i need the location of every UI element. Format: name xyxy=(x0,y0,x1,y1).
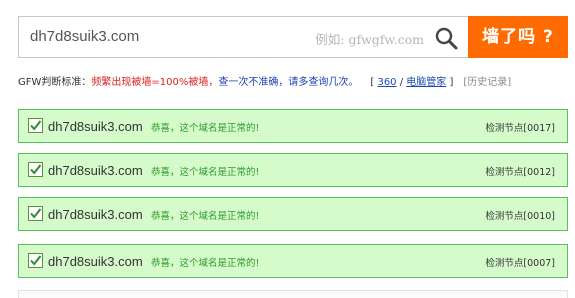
checkbox-checked-icon xyxy=(28,206,43,221)
result-node: 检测节点[0017] xyxy=(485,123,555,134)
result-row: dh7d8suik3.com 恭喜，这个域名是正常的! 检测节点[0007] xyxy=(18,244,568,278)
result-node: 检测节点[0012] xyxy=(485,167,555,178)
result-domain: dh7d8suik3.com xyxy=(48,207,143,222)
result-node: 检测节点[0007] xyxy=(485,258,555,269)
link-pc-manager[interactable]: 电脑管家 xyxy=(406,77,446,88)
result-domain: dh7d8suik3.com xyxy=(48,163,143,178)
criteria-rule-red: 频繁出现被墙=100%被墙， xyxy=(91,77,219,88)
result-domain: dh7d8suik3.com xyxy=(48,119,143,134)
criteria-rule-blue: 查一次不准确，请多查询几次。 xyxy=(218,77,359,88)
result-row: dh7d8suik3.com 恭喜，这个域名是正常的! 检测节点[0010] xyxy=(18,197,568,231)
next-panel-edge xyxy=(18,290,568,298)
checkbox-checked-icon xyxy=(28,118,43,133)
criteria-separator: / xyxy=(396,77,407,88)
gfw-criteria-line: GFW判断标准：频繁出现被墙=100%被墙，查一次不准确，请多查询几次。[ 36… xyxy=(18,73,575,88)
result-domain: dh7d8suik3.com xyxy=(48,254,143,269)
result-node: 检测节点[0010] xyxy=(485,211,555,222)
history-link[interactable]: [历史记录] xyxy=(463,77,511,88)
result-status: 恭喜，这个域名是正常的! xyxy=(151,258,260,269)
result-status: 恭喜，这个域名是正常的! xyxy=(151,211,260,222)
criteria-label: GFW判断标准： xyxy=(18,77,92,88)
result-row: dh7d8suik3.com 恭喜，这个域名是正常的! 检测节点[0012] xyxy=(18,153,568,187)
result-status: 恭喜，这个域名是正常的! xyxy=(151,167,260,178)
result-row: dh7d8suik3.com 恭喜，这个域名是正常的! 检测节点[0017] xyxy=(18,109,568,143)
result-status: 恭喜，这个域名是正常的! xyxy=(151,123,260,134)
link-360[interactable]: 360 xyxy=(377,77,396,88)
checkbox-checked-icon xyxy=(28,162,43,177)
search-input-value[interactable]: dh7d8suik3.com xyxy=(30,28,139,45)
check-blocked-button[interactable]: 墙了吗 ? xyxy=(468,16,568,58)
checkbox-checked-icon xyxy=(28,253,43,268)
search-icon[interactable] xyxy=(434,26,458,50)
domain-search-input[interactable]: dh7d8suik3.com 例如: gfwgfw.com xyxy=(18,16,468,58)
criteria-bracket-close: ] xyxy=(446,77,454,88)
search-placeholder: 例如: gfwgfw.com xyxy=(315,32,424,47)
